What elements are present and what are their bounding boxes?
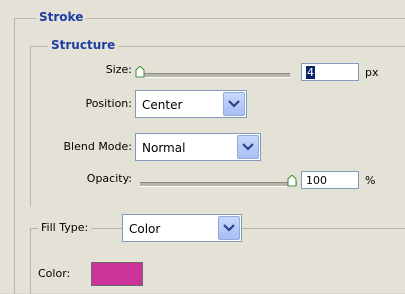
opacity-slider-thumb[interactable] — [287, 174, 297, 187]
chevron-down-icon — [228, 100, 240, 108]
opacity-value: 100 — [306, 174, 327, 187]
opacity-slider-track[interactable] — [140, 182, 297, 187]
size-value: 4 — [306, 66, 315, 79]
fill-type-label: Fill Type: — [38, 221, 92, 234]
opacity-unit: % — [365, 174, 376, 187]
opacity-label: Opacity: — [86, 172, 132, 185]
size-slider-track[interactable] — [140, 73, 290, 78]
size-unit: px — [365, 66, 379, 79]
fill-type-dropdown-button[interactable] — [218, 216, 240, 240]
position-dropdown[interactable]: Center — [135, 90, 247, 118]
position-dropdown-button[interactable] — [223, 92, 245, 116]
stroke-group-title: Stroke — [36, 10, 87, 24]
fill-type-value: Color — [129, 222, 161, 236]
fill-type-dropdown[interactable]: Color — [122, 214, 242, 242]
color-swatch[interactable] — [91, 262, 143, 286]
opacity-input[interactable]: 100 — [301, 171, 359, 189]
blend-mode-dropdown[interactable]: Normal — [135, 133, 261, 161]
chevron-down-icon — [242, 143, 254, 151]
chevron-down-icon — [223, 224, 235, 232]
position-label: Position: — [85, 97, 132, 110]
color-label: Color: — [38, 267, 71, 280]
blend-mode-value: Normal — [142, 141, 186, 155]
size-input[interactable]: 4 — [301, 63, 359, 81]
structure-group-title: Structure — [48, 38, 119, 52]
blend-mode-dropdown-button[interactable] — [237, 135, 259, 159]
layer-style-stroke-panel: Stroke Structure Size: 4 px Position: Ce… — [0, 0, 405, 294]
size-label: Size: — [105, 63, 132, 76]
position-value: Center — [142, 98, 183, 112]
size-slider-thumb[interactable] — [135, 65, 145, 78]
blend-mode-label: Blend Mode: — [63, 140, 133, 153]
